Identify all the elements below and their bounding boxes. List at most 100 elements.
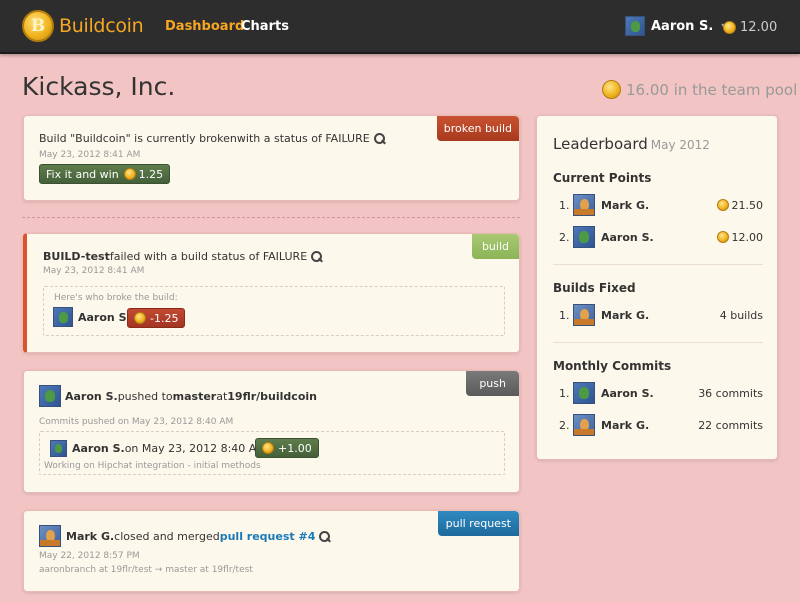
buildcoin-logo-icon: B [22,10,54,42]
leader-name: Mark G. [601,418,650,432]
leader-name: Aaron S. [601,230,654,244]
user-avatar [625,16,645,36]
pr-user[interactable]: Mark G. [66,530,114,543]
rank: 2. [559,230,570,244]
leaderboard-row[interactable]: 1. Mark G. 4 builds [559,303,763,327]
avatar [53,307,73,327]
breakers-box: Here's who broke the build: Aaron S. -1.… [43,286,505,336]
user-menu[interactable]: Aaron S. ▼ [625,16,727,36]
brand-name: Buildcoin [59,15,144,37]
push-branch: master [172,389,217,403]
push-user[interactable]: Aaron S. [65,390,118,403]
leaderboard-panel: Leaderboard May 2012 Current Points 1. Ma… [536,115,778,460]
fix-it-reward: 1.25 [138,167,164,181]
leaderboard-row[interactable]: 1. Mark G. 21.50 [559,193,763,217]
coin-icon [602,80,621,99]
build-name: BUILD-test [43,250,110,263]
coin-icon [134,312,146,324]
broken-build-card: broken build Build "Buildcoin" is curren… [23,115,520,201]
nav-charts-link[interactable]: Charts [241,19,289,34]
commit-user[interactable]: Aaron S. [72,442,125,455]
rank: 2. [559,418,570,432]
build-status-text: failed with a build status of FAILURE [109,250,308,263]
leader-value: 12.00 [731,230,764,244]
broken-build-status: with a status of FAILURE [236,132,370,145]
fix-it-button-label: Fix it and win [46,167,119,181]
coin-icon [723,21,736,34]
fix-it-button[interactable]: Fix it and win 1.25 [39,164,171,184]
coin-icon [262,442,274,454]
broken-build-label: broken build [436,116,519,141]
magnifier-icon[interactable] [311,251,323,262]
push-repo: 19flr/buildcoin [227,389,317,403]
avatar [573,382,595,404]
leaderboard-row[interactable]: 2. Mark G. 22 commits [559,413,763,437]
monthly-commits-title: Monthly Commits [553,359,672,373]
avatar [573,194,595,216]
push-text-at: at [216,389,228,403]
leaderboard-row[interactable]: 2. Aaron S. 12.00 [559,225,763,249]
timestamp: May 23, 2012 8:41 AM [39,150,141,160]
rank: 1. [559,386,570,400]
team-pool: 16.00 in the team pool [602,80,797,99]
magnifier-icon[interactable] [319,530,331,542]
pr-text: closed and merged [114,529,220,543]
rank: 1. [559,198,570,212]
coin-icon [716,199,729,211]
leader-value: 4 builds [719,308,763,322]
timestamp: May 23, 2012 8:41 AM [43,266,145,276]
build-label: build [471,234,519,259]
commit-box: Aaron S. on May 23, 2012 8:40 AM +1.00 W… [39,431,505,475]
divider [553,264,763,265]
pull-request-card: pull request Mark G. closed and merged p… [23,510,520,592]
leader-value: 22 commits [698,418,763,432]
timestamp: May 22, 2012 8:57 PM [39,551,140,561]
breakers-heading: Here's who broke the build: [54,293,178,303]
pull-request-label: pull request [437,511,519,536]
commits-subtitle: Commits pushed on May 23, 2012 8:40 AM [39,417,234,427]
leaderboard-title-row: Leaderboard May 2012 [553,135,710,153]
avatar [573,226,595,248]
push-card: push Aaron S. pushed to master at 19flr/… [23,370,520,493]
page-title: Kickass, Inc. [22,72,176,101]
avatar [573,414,595,436]
avatar [50,440,67,457]
broken-build-text: Build "Buildcoin" is currently broken [39,132,237,145]
builds-fixed-title: Builds Fixed [553,281,636,295]
leader-value: 21.50 [731,198,764,212]
user-coin-balance: 12.00 [723,20,777,35]
team-pool-text: 16.00 in the team pool [626,80,798,99]
leader-name: Mark G. [601,198,650,212]
magnifier-icon[interactable] [373,133,385,144]
feed-divider [22,217,520,218]
reward-badge: +1.00 [255,438,319,458]
leaderboard-row[interactable]: 1. Aaron S. 36 commits [559,381,763,405]
leader-value: 36 commits [698,386,763,400]
commit-message: Working on Hipchat integration - initial… [44,461,261,471]
avatar [573,304,595,326]
build-failed-card: build BUILD-test failed with a build sta… [23,233,520,353]
top-navbar: B Buildcoin Dashboard Charts Aaron S. ▼ … [0,0,800,54]
leader-name: Aaron S. [601,386,654,400]
push-text: pushed to [117,389,173,403]
coin-icon [123,168,136,180]
avatar [39,525,61,547]
current-points-title: Current Points [553,171,652,185]
leaderboard-period: May 2012 [650,138,710,152]
reward-value: +1.00 [278,441,312,455]
nav-dashboard-link[interactable]: Dashboard [165,19,244,34]
rank: 1. [559,308,570,322]
leaderboard-title: Leaderboard [553,135,648,153]
breaker-name[interactable]: Aaron S. [78,311,131,324]
leader-name: Mark G. [601,308,650,322]
coin-icon [716,231,729,243]
push-label: push [466,371,519,396]
commit-time: on May 23, 2012 8:40 AM [124,442,266,455]
penalty-value: -1.25 [150,311,179,325]
avatar [39,385,61,407]
user-name: Aaron S. [651,18,714,34]
pull-request-link[interactable]: pull request #4 [220,530,316,543]
divider [553,342,763,343]
brand-logo[interactable]: B Buildcoin [22,10,144,42]
user-coins-value: 12.00 [740,20,778,35]
